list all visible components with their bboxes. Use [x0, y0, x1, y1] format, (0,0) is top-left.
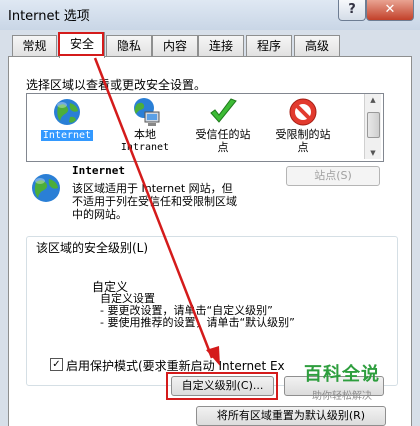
- zone-label-restricted: 受限制的站点: [275, 128, 331, 154]
- tab-privacy[interactable]: 隐私: [106, 35, 152, 56]
- custom-level-highlight: [166, 372, 278, 400]
- zone-label-intranet: 本地 Intranet: [120, 128, 170, 153]
- zone-detail-line: 该区域适用于 Internet 网站，但: [72, 182, 233, 195]
- zone-list-scrollbar[interactable]: ▲ ▼: [364, 94, 381, 159]
- intranet-icon: [134, 98, 160, 126]
- zone-trusted[interactable]: 受信任的站点: [183, 94, 263, 154]
- tab-security-highlight: [58, 32, 104, 56]
- security-level-legend: 该区域的安全级别(L): [34, 239, 151, 256]
- trusted-check-icon: [210, 98, 237, 123]
- zone-detail-line: 不适用于列在受信任和受限制区域: [72, 195, 237, 208]
- tab-content[interactable]: 内容: [152, 35, 198, 56]
- zone-intranet[interactable]: 本地 Intranet: [105, 94, 185, 154]
- protected-mode-checkbox[interactable]: ✓: [50, 358, 63, 371]
- tab-programs[interactable]: 程序: [246, 35, 292, 56]
- zone-intro-text: 选择区域以查看或更改安全设置。: [26, 78, 207, 92]
- zone-label-internet: Internet: [40, 130, 94, 141]
- zone-detail-title: Internet: [72, 164, 125, 177]
- scroll-thumb[interactable]: [367, 112, 380, 138]
- sites-button[interactable]: 站点(S): [286, 166, 380, 186]
- zone-detail-line: 中的网站。: [72, 208, 127, 221]
- zone-label-trusted: 受信任的站点: [195, 128, 251, 154]
- scroll-up-icon[interactable]: ▲: [368, 96, 378, 104]
- custom-level-description: 自定义设置 - 要更改设置，请单击“自定义级别” - 要使用推荐的设置，请单击“…: [100, 293, 295, 329]
- watermark: 百科全说 助你轻松解决: [304, 360, 380, 402]
- watermark-title: 百科全说: [304, 364, 380, 385]
- zone-list[interactable]: Internet 本地 Intranet 受信任的站点 受限制的站点: [26, 93, 384, 162]
- zone-restricted[interactable]: 受限制的站点: [263, 94, 343, 154]
- watermark-subtitle: 助你轻松解决: [312, 391, 372, 402]
- help-button[interactable]: ?: [338, 0, 366, 21]
- tab-advanced[interactable]: 高级: [294, 35, 340, 56]
- title-bar: Internet 选项 ? ✕: [0, 0, 420, 30]
- scroll-down-icon[interactable]: ▼: [368, 149, 378, 157]
- globe-icon: [54, 99, 80, 125]
- zone-detail-description: 该区域适用于 Internet 网站，但 不适用于列在受信任和受限制区域 中的网…: [72, 182, 282, 221]
- restricted-icon: [289, 98, 317, 126]
- window-title: Internet 选项: [8, 9, 90, 24]
- tab-connections[interactable]: 连接: [198, 35, 244, 56]
- tab-general[interactable]: 常规: [12, 35, 57, 56]
- globe-icon: [32, 174, 60, 202]
- close-button[interactable]: ✕: [366, 0, 414, 21]
- custom-line: - 要使用推荐的设置，请单击“默认级别”: [100, 316, 295, 329]
- reset-all-zones-button[interactable]: 将所有区域重置为默认级别(R): [196, 406, 386, 426]
- zone-internet[interactable]: Internet: [27, 94, 107, 142]
